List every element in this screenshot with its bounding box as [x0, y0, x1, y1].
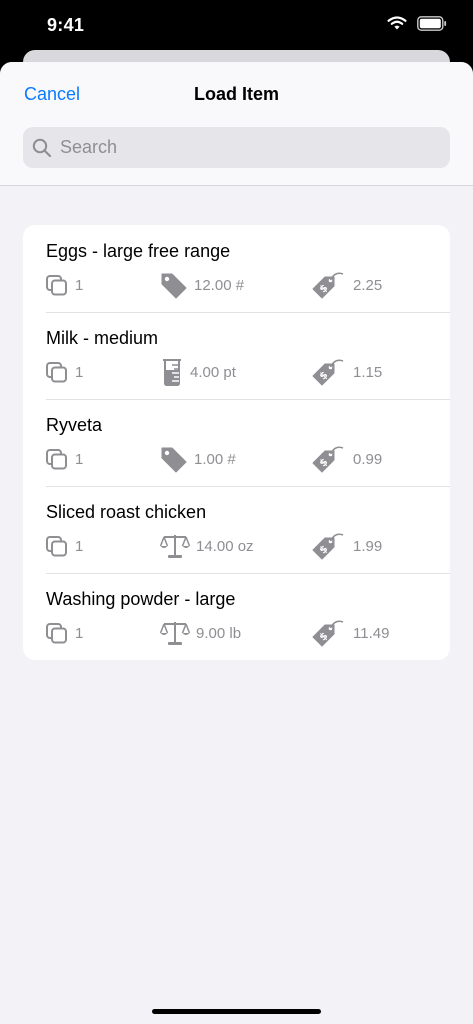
item-size-group: 1.00 # [160, 445, 236, 473]
item-quantity-group: 1 [45, 446, 83, 472]
item-name: Sliced roast chicken [46, 502, 207, 522]
item-size: 12.00 # [194, 276, 245, 294]
price-tag-icon: $ [311, 444, 347, 474]
item-price-group: $ 1.15 [311, 357, 383, 387]
item-price: 1.15 [353, 363, 383, 381]
item-name: Washing powder - large [46, 589, 236, 609]
price-tag-icon: $ [311, 618, 347, 648]
item-quantity: 1 [75, 450, 84, 468]
item-price-group: $ 11.49 [311, 618, 390, 648]
battery-icon [417, 16, 447, 36]
tag-icon [160, 271, 188, 299]
item-size: 9.00 lb [196, 624, 242, 642]
item-size-group: 14.00 oz [160, 533, 254, 559]
load-item-sheet: Cancel Load Item Eggs - large free range… [0, 62, 473, 1024]
scale-icon [160, 533, 190, 559]
copy-icon [45, 361, 69, 383]
item-price: 11.49 [353, 624, 390, 642]
status-time: 9:41 [47, 15, 85, 35]
copy-icon [45, 448, 69, 470]
item-name: Eggs - large free range [46, 241, 231, 261]
search-icon [32, 138, 52, 157]
status-icons [387, 16, 447, 36]
item-size-group: 4.00 pt [160, 358, 236, 386]
tag-icon [160, 445, 188, 473]
item-quantity: 1 [75, 276, 84, 294]
list-item[interactable]: Eggs - large free range 1 12.00 # $ 2.25 [23, 225, 450, 312]
copy-icon [45, 535, 69, 557]
item-price-group: $ 2.25 [311, 270, 383, 300]
price-tag-icon: $ [311, 531, 347, 561]
item-quantity: 1 [75, 363, 84, 381]
item-name: Ryveta [46, 415, 103, 435]
price-tag-icon: $ [311, 270, 347, 300]
page-title: Load Item [193, 84, 279, 104]
status-bar: 9:41 [0, 0, 473, 50]
copy-icon [45, 274, 69, 296]
item-quantity-group: 1 [45, 359, 83, 385]
search-bar[interactable] [23, 127, 450, 168]
wifi-icon [387, 16, 407, 36]
list-item[interactable]: Ryveta 1 1.00 # $ 0.99 [23, 399, 450, 486]
item-quantity-group: 1 [45, 533, 83, 559]
scale-icon [160, 620, 190, 646]
item-price-group: $ 0.99 [311, 444, 383, 474]
search-input[interactable] [58, 136, 422, 159]
item-price: 2.25 [353, 276, 383, 294]
navigation-header: Cancel Load Item [0, 62, 473, 186]
item-quantity-group: 1 [45, 272, 83, 298]
item-list: Eggs - large free range 1 12.00 # $ 2.25… [23, 225, 450, 660]
item-price: 0.99 [353, 450, 383, 468]
beaker-icon [160, 358, 184, 386]
list-item[interactable]: Washing powder - large 1 9.00 lb $ 11.49 [23, 573, 450, 660]
list-item[interactable]: Milk - medium 1 4.00 pt $ 1.15 [23, 312, 450, 399]
copy-icon [45, 622, 69, 644]
item-size-group: 9.00 lb [160, 620, 241, 646]
item-quantity: 1 [75, 624, 84, 642]
item-size: 14.00 oz [196, 537, 254, 555]
item-name: Milk - medium [46, 328, 159, 348]
home-indicator [152, 1009, 321, 1014]
list-item[interactable]: Sliced roast chicken 1 14.00 oz $ 1.99 [23, 486, 450, 573]
item-size-group: 12.00 # [160, 271, 245, 299]
item-price-group: $ 1.99 [311, 531, 383, 561]
item-quantity-group: 1 [45, 620, 83, 646]
price-tag-icon: $ [311, 357, 347, 387]
item-size: 1.00 # [194, 450, 236, 468]
item-size: 4.00 pt [190, 363, 236, 381]
item-price: 1.99 [353, 537, 383, 555]
item-quantity: 1 [75, 537, 84, 555]
